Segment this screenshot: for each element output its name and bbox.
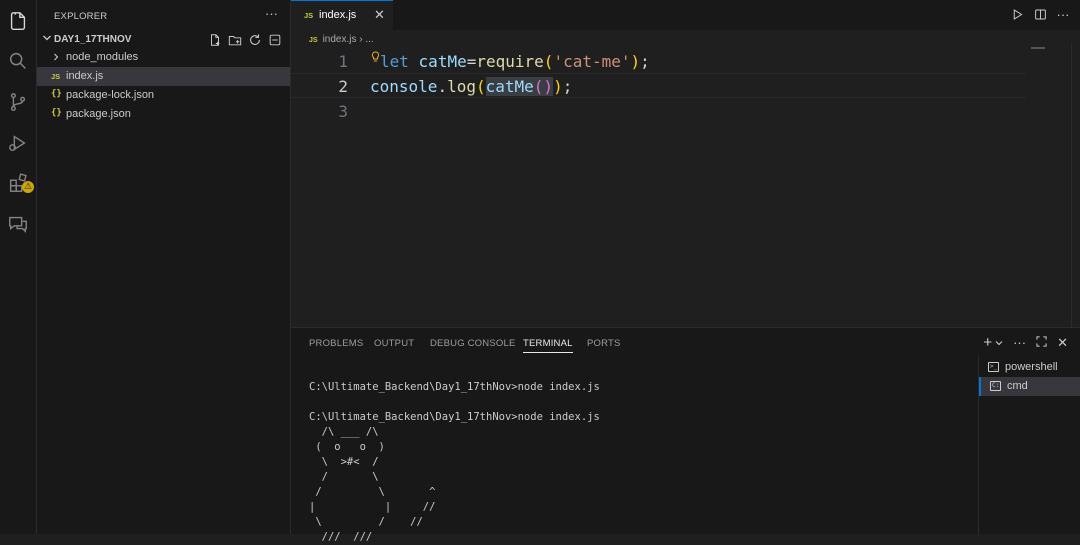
refresh-icon[interactable] <box>247 32 262 47</box>
semicolon: ; <box>640 52 650 71</box>
tab-close-icon[interactable]: ✕ <box>374 7 385 23</box>
workspace-folder[interactable]: DAY1_17THNOV <box>37 30 290 50</box>
search-icon[interactable] <box>6 49 30 73</box>
lightbulb-icon[interactable] <box>371 51 380 63</box>
code-line-2: 2 console.log(catMe()); <box>291 73 1026 98</box>
terminal-list: >_ powershell C: cmd <box>978 356 1080 535</box>
maximize-panel-icon[interactable] <box>1036 335 1047 350</box>
tab-problems[interactable]: PROBLEMS <box>309 338 363 349</box>
tab-terminal[interactable]: TERMINAL <box>523 338 573 353</box>
editor-scrollbar[interactable] <box>1071 44 1080 327</box>
explorer-icon[interactable] <box>6 9 30 33</box>
chevron-down-icon <box>43 35 51 41</box>
warning-badge: ⚠ <box>22 181 34 193</box>
code-line-1: 1 let catMe=require('cat-me'); <box>291 49 1026 74</box>
line-number: 2 <box>338 77 348 96</box>
json-file-icon: {} <box>51 89 62 99</box>
paren-open: ( <box>475 77 486 96</box>
terminal-item-cmd[interactable]: C: cmd <box>979 377 1080 396</box>
breadcrumb-file[interactable]: index.js <box>323 34 357 45</box>
breadcrumb-symbol[interactable]: ... <box>365 34 373 45</box>
tab-label: index.js <box>319 9 357 21</box>
tab-output[interactable]: OUTPUT <box>374 338 414 349</box>
explorer-sidebar: EXPLORER ··· DAY1_17THNOV node_modules J… <box>37 0 291 534</box>
extensions-icon[interactable]: ⚠ <box>6 171 34 195</box>
collapse-all-icon[interactable] <box>267 32 282 47</box>
new-terminal-button[interactable]: + <box>983 334 1003 351</box>
terminal-icon: >_ <box>988 362 999 372</box>
run-file-icon[interactable] <box>1010 6 1024 22</box>
paren-close: ) <box>553 77 563 96</box>
semicolon: ; <box>562 77 573 96</box>
json-file-icon: {} <box>51 108 62 118</box>
split-editor-icon[interactable] <box>1033 6 1047 22</box>
terminal-icon: C: <box>990 381 1001 391</box>
panel-more-button[interactable]: ··· <box>1013 335 1026 350</box>
sidebar-more-button[interactable]: ··· <box>265 6 278 21</box>
editor-area: JS index.js ✕ ··· JS index.js › ... 1 let… <box>291 0 1080 327</box>
object-console: console <box>370 77 438 96</box>
js-file-icon: JS <box>51 72 61 81</box>
terminal-item-label: cmd <box>1007 380 1028 392</box>
function-log: log <box>447 77 476 96</box>
string-cat-me: 'cat-me' <box>553 52 631 71</box>
variable-catme: catMe <box>485 77 534 96</box>
tree-item-node-modules[interactable]: node_modules <box>37 48 290 67</box>
function-require: require <box>476 52 544 71</box>
js-file-icon: JS <box>304 11 314 20</box>
remote-chat-icon[interactable] <box>6 212 30 236</box>
code-line-3: 3 <box>291 99 1026 124</box>
new-folder-icon[interactable] <box>227 32 242 47</box>
tab-index-js[interactable]: JS index.js ✕ <box>291 0 393 30</box>
source-control-icon[interactable] <box>6 90 30 114</box>
tree-item-index-js[interactable]: JS index.js <box>37 67 290 86</box>
dot: . <box>437 77 448 96</box>
breadcrumb-separator: › <box>359 34 363 45</box>
tree-item-label: node_modules <box>66 51 139 63</box>
variable-catme: catMe <box>418 52 467 71</box>
js-file-icon: JS <box>309 37 318 44</box>
workspace-folder-name: DAY1_17THNOV <box>54 34 132 45</box>
line-number: 1 <box>338 52 348 71</box>
sidebar-title: EXPLORER <box>54 11 108 22</box>
breadcrumb[interactable]: JS index.js › ... <box>309 34 374 45</box>
new-file-icon[interactable] <box>207 32 222 47</box>
tab-ports[interactable]: PORTS <box>587 338 621 349</box>
bottom-panel: PROBLEMS OUTPUT DEBUG CONSOLE TERMINAL P… <box>291 327 1080 543</box>
tree-item-label: package.json <box>66 108 131 120</box>
terminal-output[interactable]: C:\Ultimate_Backend\Day1_17thNov>node in… <box>309 380 600 545</box>
line-number: 3 <box>338 102 348 121</box>
tab-debug-console[interactable]: DEBUG CONSOLE <box>430 338 515 349</box>
operator-assign: = <box>466 52 477 71</box>
chevron-right-icon <box>54 53 59 61</box>
call-parens: () <box>533 77 554 96</box>
paren-close: ) <box>630 52 641 71</box>
editor-tab-bar: JS index.js ✕ ··· <box>291 0 1080 30</box>
activity-bar: ⚠ <box>0 0 37 534</box>
terminal-item-label: powershell <box>1005 361 1058 373</box>
tree-item-label: package-lock.json <box>66 89 155 101</box>
terminal-item-powershell[interactable]: >_ powershell <box>979 358 1080 377</box>
close-panel-icon[interactable]: ✕ <box>1057 335 1068 351</box>
paren-open: ( <box>543 52 554 71</box>
editor-more-icon[interactable]: ··· <box>1056 6 1070 22</box>
tree-item-label: index.js <box>66 70 104 82</box>
plus-icon: + <box>983 334 993 351</box>
tree-item-package-lock-json[interactable]: {} package-lock.json <box>37 86 290 105</box>
keyword-let: let <box>380 52 409 71</box>
tree-item-package-json[interactable]: {} package.json <box>37 105 290 124</box>
run-debug-icon[interactable] <box>6 131 30 155</box>
minimap[interactable] <box>1031 47 1045 49</box>
chevron-down-icon <box>995 341 1003 346</box>
